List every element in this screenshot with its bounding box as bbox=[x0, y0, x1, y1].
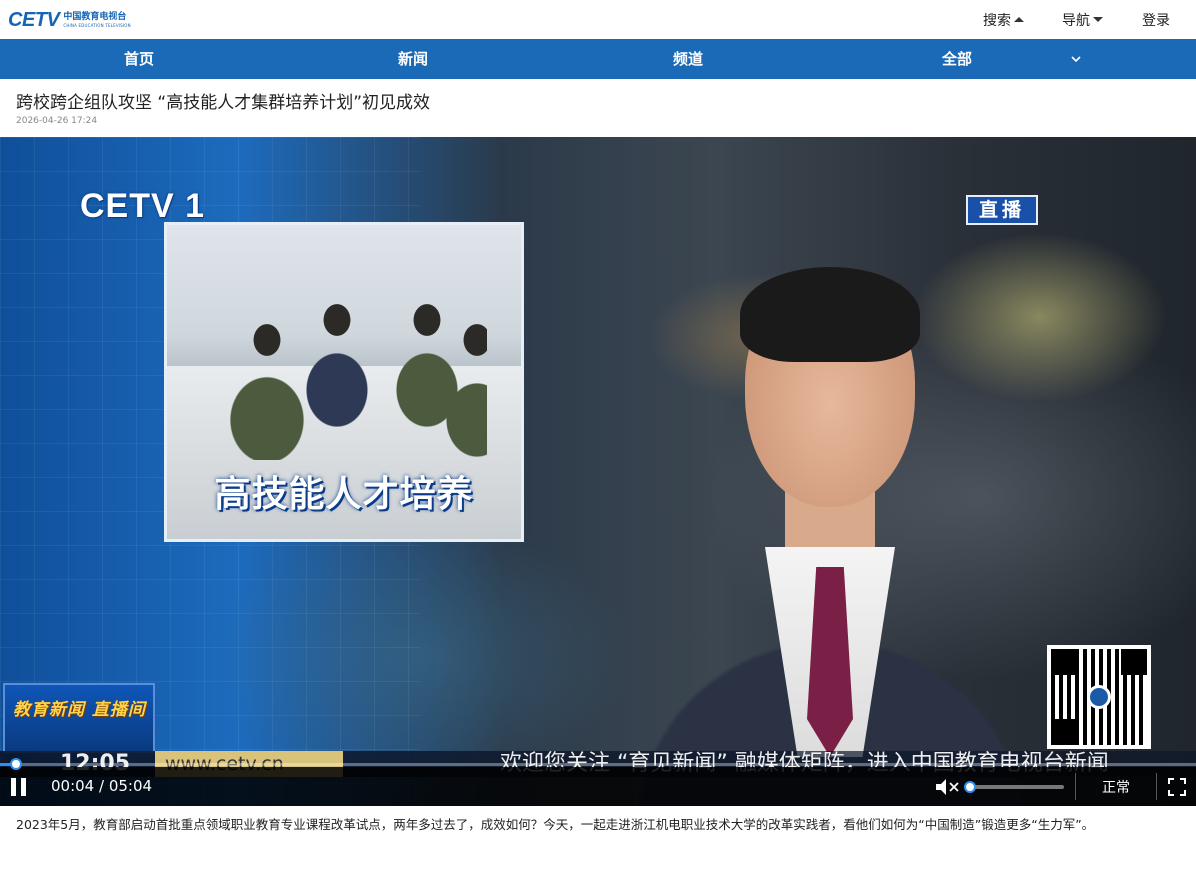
top-bar: CETV 中国教育电视台 CHINA EDUCATION TELEVISION … bbox=[0, 0, 1196, 39]
qr-code bbox=[1047, 645, 1151, 749]
video-player[interactable]: CETV 1 直播 高技能人才培养 教育新闻 直播间 12:05 www.cet… bbox=[0, 137, 1196, 806]
nav-item-channels[interactable]: 频道 bbox=[673, 39, 703, 79]
article-date: 2026-04-26 17:24 bbox=[16, 116, 98, 126]
nav-label: 导航 bbox=[1062, 12, 1090, 29]
anchor-hair bbox=[740, 267, 920, 362]
control-divider bbox=[1075, 773, 1076, 800]
nav-item-all[interactable]: 全部 bbox=[942, 39, 972, 79]
nav-toggle[interactable]: 导航 bbox=[1062, 10, 1103, 30]
article-title: 跨校跨企组队攻坚 “高技能人才集群培养计划”初见成效 bbox=[16, 93, 431, 113]
chevron-down-icon[interactable] bbox=[1070, 53, 1082, 65]
mute-icon[interactable] bbox=[935, 778, 961, 796]
news-anchor bbox=[560, 217, 1100, 806]
top-links: 搜索 导航 登录 bbox=[983, 0, 1196, 39]
qr-center-logo bbox=[1087, 685, 1111, 709]
time-display: 00:04 / 05:04 bbox=[51, 777, 153, 795]
program-tag: 教育新闻 直播间 bbox=[3, 683, 155, 753]
logo-mark: CETV bbox=[8, 8, 60, 31]
logo-text: 中国教育电视台 CHINA EDUCATION TELEVISION bbox=[63, 11, 131, 28]
inset-picture: 高技能人才培养 bbox=[164, 222, 524, 542]
main-nav: 首页 新闻 频道 全部 bbox=[0, 39, 1196, 79]
playback-rate-button[interactable]: 正常 bbox=[1102, 777, 1130, 797]
pause-icon-bar-right bbox=[21, 778, 26, 796]
progress-bar[interactable] bbox=[0, 758, 1196, 770]
inset-caption: 高技能人才培养 bbox=[214, 474, 474, 515]
volume-knob[interactable] bbox=[964, 781, 976, 793]
progress-knob[interactable] bbox=[10, 758, 22, 770]
login-link[interactable]: 登录 bbox=[1142, 10, 1170, 30]
nav-item-home[interactable]: 首页 bbox=[124, 39, 154, 79]
caret-up-icon bbox=[1014, 17, 1024, 22]
volume-slider[interactable] bbox=[964, 781, 1064, 793]
nav-item-news[interactable]: 新闻 bbox=[398, 39, 428, 79]
search-label: 搜索 bbox=[983, 12, 1011, 29]
control-divider bbox=[1156, 773, 1157, 800]
pause-icon-bar-left bbox=[11, 778, 16, 796]
pause-button[interactable] bbox=[10, 778, 28, 796]
caret-down-icon bbox=[1093, 17, 1103, 22]
video-controls: 00:04 / 05:04 正常 bbox=[0, 758, 1196, 806]
search-toggle[interactable]: 搜索 bbox=[983, 10, 1024, 30]
inset-students bbox=[227, 300, 487, 460]
logo-en: CHINA EDUCATION TELEVISION bbox=[63, 22, 131, 28]
channel-logo: CETV 1 bbox=[80, 187, 206, 225]
cetv-logo[interactable]: CETV 中国教育电视台 CHINA EDUCATION TELEVISION bbox=[8, 7, 131, 33]
fullscreen-icon[interactable] bbox=[1168, 778, 1186, 796]
program-tag-title: 教育新闻 直播间 bbox=[13, 700, 146, 720]
logo-cn: 中国教育电视台 bbox=[63, 11, 127, 22]
login-label: 登录 bbox=[1142, 12, 1170, 29]
article-description: 2023年5月，教育部启动首批重点领域职业教育专业课程改革试点，两年多过去了，成… bbox=[16, 817, 1095, 832]
